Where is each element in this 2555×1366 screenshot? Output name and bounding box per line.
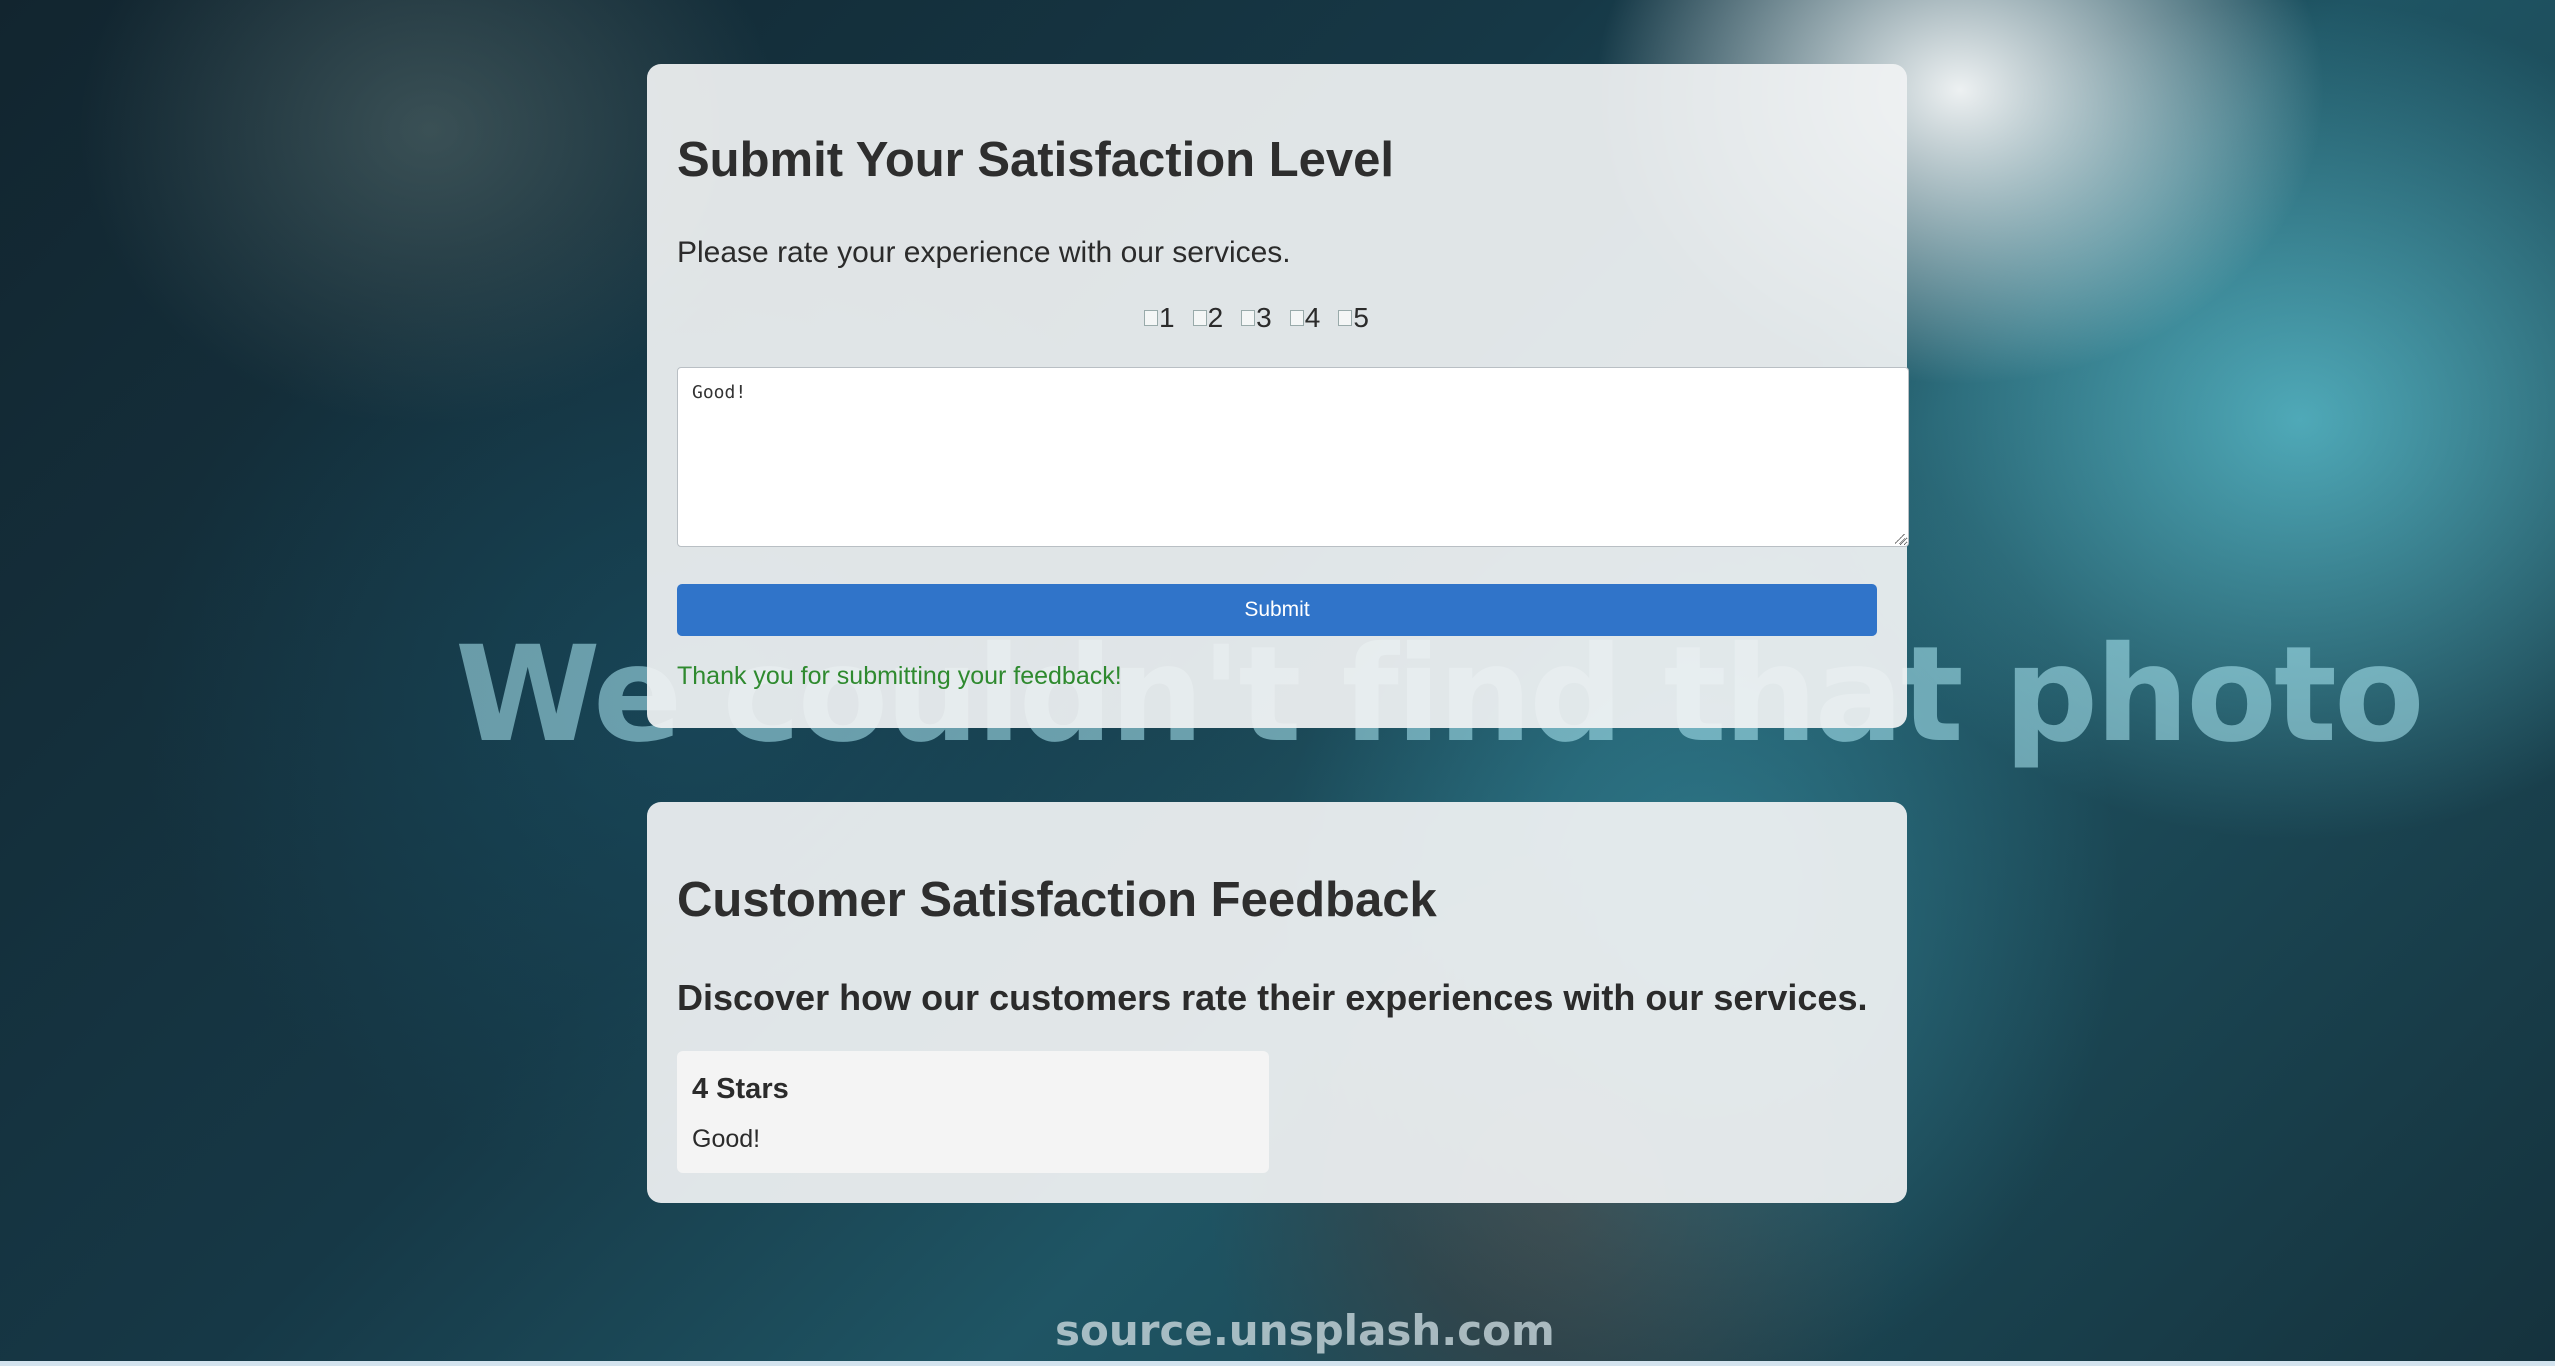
confirmation-message: Thank you for submitting your feedback! (677, 662, 1122, 690)
rating-option-3[interactable]: 3 (1241, 296, 1272, 332)
rating-option-label: 2 (1207, 302, 1224, 333)
review-comment: Good! (692, 1125, 761, 1153)
star-rating: 1 2 3 4 5 (1144, 296, 1369, 332)
rating-option-label: 1 (1159, 302, 1175, 333)
review-item: 4 Stars Good! (677, 1051, 1269, 1173)
broken-image-icon (1144, 310, 1158, 326)
rating-option-5[interactable]: 5 (1338, 296, 1369, 332)
broken-image-icon (1289, 310, 1304, 326)
rating-option-label: 5 (1353, 302, 1369, 333)
rating-option-2[interactable]: 2 (1192, 296, 1224, 333)
rating-option-4[interactable]: 4 (1289, 296, 1321, 333)
review-rating: 4 Stars (692, 1073, 789, 1105)
feedback-title: Customer Satisfaction Feedback (677, 873, 1437, 927)
submit-satisfaction-card: Submit Your Satisfaction Level Please ra… (647, 64, 1909, 728)
broken-image-icon (1338, 310, 1353, 326)
submit-button[interactable]: Submit (677, 584, 1877, 636)
broken-image-icon (1241, 310, 1256, 326)
feedback-textarea[interactable] (677, 367, 1909, 547)
rating-option-label: 3 (1256, 302, 1272, 333)
submit-intro: Please rate your experience with our ser… (677, 236, 1291, 269)
background-source-label: source.unsplash.com (1055, 1306, 1555, 1355)
broken-image-icon (1192, 310, 1207, 326)
rating-option-1[interactable]: 1 (1144, 296, 1175, 332)
bottom-strip (0, 1361, 2555, 1366)
rating-option-label: 4 (1304, 302, 1321, 333)
resize-handle-icon[interactable] (1895, 534, 1905, 544)
feedback-subtitle: Discover how our customers rate their ex… (677, 977, 1868, 1018)
customer-feedback-card: Customer Satisfaction Feedback Discover … (647, 802, 1907, 1203)
submit-title: Submit Your Satisfaction Level (677, 133, 1395, 187)
